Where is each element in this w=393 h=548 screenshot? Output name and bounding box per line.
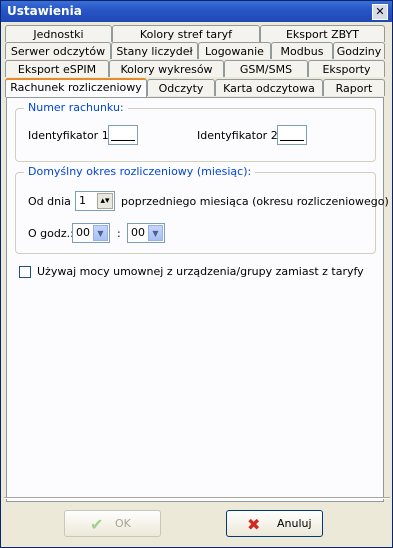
identifier-2-input[interactable] [277,125,307,145]
tab-logowanie[interactable]: Logowanie [198,42,271,59]
minute-value: 00 [131,226,145,239]
tab-eksporty[interactable]: Eksporty [308,60,385,77]
hour-label: O godz.: [28,227,74,240]
cancel-button[interactable]: ✖ Anuluj [226,510,323,537]
tab-rachunek-rozliczeniowy[interactable]: Rachunek rozliczeniowy [5,78,147,97]
title-bar: Ustawienia ✕ [1,1,392,22]
tab-stany-liczydel[interactable]: Stany liczydeł [111,42,198,59]
billing-period-group: Domyślny okres rozliczeniowy (miesiąc): … [15,165,389,254]
identifier-2-label: Identyfikator 2: [197,129,282,142]
tab-eksport-espim[interactable]: Eksport eSPIM [5,60,109,77]
hour-select[interactable]: 00 ▼ [72,223,110,243]
tab-gsm-sms[interactable]: GSM/SMS [224,60,308,77]
check-icon: ✔ [90,515,104,534]
ok-button[interactable]: ✔ OK [64,510,161,537]
tab-serwer-odczytow[interactable]: Serwer odczytów [5,42,111,59]
tab-kolory-stref-taryf[interactable]: Kolory stref taryf [112,25,260,42]
tab-modbus[interactable]: Modbus [271,42,333,59]
chevron-down-icon[interactable]: ▼ [148,225,163,241]
close-button[interactable]: ✕ [372,4,388,20]
from-day-spinner[interactable]: 1 ▴▾ [75,191,115,211]
tab-godziny[interactable]: Godziny [333,42,385,59]
spinner-arrows-icon[interactable]: ▴▾ [97,193,113,209]
cancel-label: Anuluj [277,517,312,530]
dialog-body: Jednostki Kolory stref taryf Eksport ZBY… [4,23,390,544]
from-day-suffix: poprzedniego miesiąca (okresu rozliczeni… [121,195,389,208]
tab-panel: Numer rachunku: Identyfikator 1: Identyf… [6,97,389,502]
account-number-legend: Numer rachunku: [24,101,128,114]
use-contract-power-label: Używaj mocy umownej z urządzenia/grupy z… [37,265,364,278]
tab-eksport-zbyt[interactable]: Eksport ZBYT [260,25,385,42]
cross-icon: ✖ [247,515,261,534]
identifier-1-input[interactable] [108,125,138,145]
from-day-value: 1 [79,194,86,207]
minute-separator: : [117,227,121,240]
account-number-group: Numer rachunku: Identyfikator 1: Identyf… [15,101,376,162]
billing-period-legend: Domyślny okres rozliczeniowy (miesiąc): [24,165,256,178]
identifier-1-label: Identyfikator 1: [28,129,113,142]
from-day-label: Od dnia [28,195,71,208]
tab-odczyty[interactable]: Odczyty [147,79,215,96]
tab-jednostki[interactable]: Jednostki [5,25,112,42]
use-contract-power-checkbox[interactable] [19,266,31,278]
window-title: Ustawienia [7,4,82,18]
hour-value: 00 [76,226,90,239]
chevron-down-icon[interactable]: ▼ [93,225,108,241]
identifier-2-underline [280,140,304,141]
minute-select[interactable]: 00 ▼ [127,223,165,243]
tab-raport[interactable]: Raport [323,79,385,96]
ok-label: OK [115,517,131,530]
tab-kolory-wykresow[interactable]: Kolory wykresów [109,60,224,77]
tab-karta-odczytowa[interactable]: Karta odczytowa [215,79,323,96]
footer-divider [4,497,390,499]
settings-window: Ustawienia ✕ Jednostki Kolory stref tary… [0,0,393,548]
identifier-1-underline [111,140,135,141]
